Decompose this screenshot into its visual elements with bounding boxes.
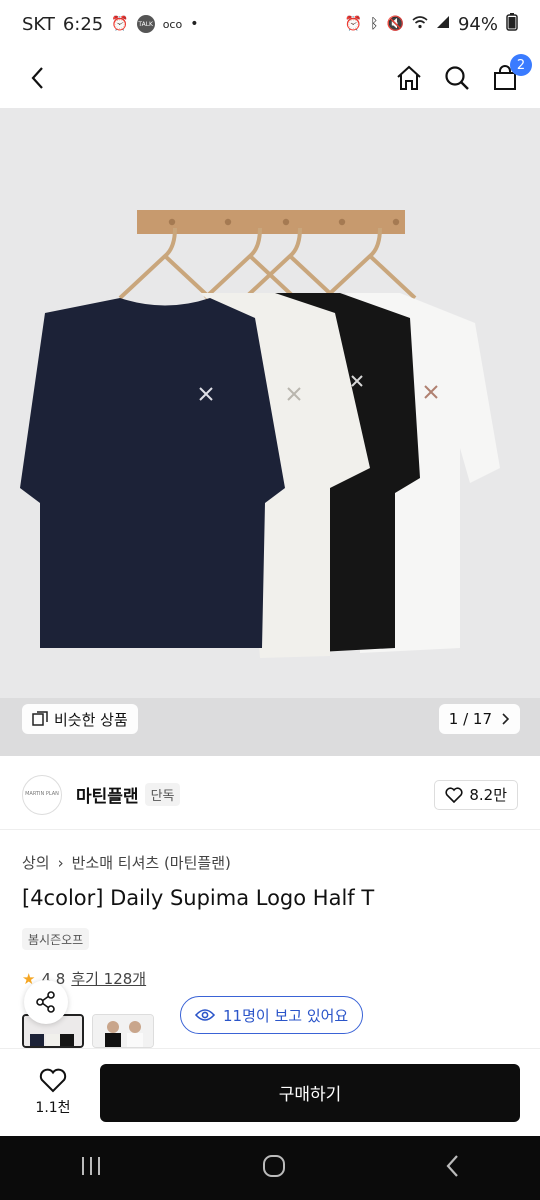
chevron-right-icon: [502, 713, 510, 725]
battery-label: 94%: [457, 13, 498, 35]
battery-icon: [506, 13, 518, 35]
home-system-button[interactable]: [262, 1154, 286, 1182]
store-logo[interactable]: MARTIN PLAN: [22, 774, 62, 815]
system-nav-bar: [0, 1136, 540, 1200]
search-button[interactable]: [440, 61, 474, 95]
wifi-icon: [412, 15, 428, 33]
signal-icon: [436, 15, 450, 33]
season-chip: 봄시즌오프: [22, 928, 90, 950]
viewers-pill: 11명이 보고 있어요: [180, 996, 364, 1034]
kakaotalk-icon: TALK: [136, 15, 155, 33]
product-image-carousel[interactable]: [0, 108, 540, 756]
recent-apps-icon: [82, 1157, 101, 1175]
cart-count-badge: 2: [510, 54, 532, 76]
mute-icon: 🔇: [386, 16, 404, 32]
home-icon: [397, 65, 421, 90]
back-system-button[interactable]: [445, 1154, 461, 1182]
store-row: MARTIN PLAN 마틴플랜 단독 8.2만: [0, 760, 540, 830]
copy-icon: [32, 711, 48, 726]
search-icon: [445, 66, 469, 90]
image-counter-text: 1 / 17: [448, 710, 492, 728]
similar-products-button[interactable]: 비슷한 상품: [22, 704, 138, 734]
similar-products-label: 비슷한 상품: [54, 710, 128, 729]
alarm-icon: ⏰: [111, 16, 129, 32]
product-photo: [0, 108, 540, 756]
thumbnail-image: [93, 1015, 153, 1047]
breadcrumb-item-subcategory[interactable]: 반소매 티셔츠 (마틴플랜): [72, 852, 231, 873]
cart-button[interactable]: 2: [488, 54, 532, 95]
store-logo-text: MARTIN PLAN: [25, 790, 59, 797]
store-name[interactable]: 마틴플랜: [76, 782, 139, 807]
dot-icon: •: [190, 16, 199, 32]
bluetooth-icon: ᛒ: [370, 16, 379, 32]
viewers-text: 11명이 보고 있어요: [223, 1006, 349, 1025]
status-bar: SKT 6:25 ⏰ TALK oco • ⏰ ᛒ 🔇 94%: [0, 0, 540, 48]
review-count-link[interactable]: 후기 128개: [71, 968, 146, 989]
store-like-button[interactable]: 8.2만: [434, 779, 518, 810]
home-button[interactable]: [392, 61, 426, 95]
recent-apps-button[interactable]: [79, 1155, 103, 1181]
product-title: [4color] Daily Supima Logo Half T: [22, 886, 375, 910]
bottom-action-bar: 1.1천 구매하기: [0, 1048, 540, 1136]
carrier-label: SKT: [22, 13, 55, 35]
exclusive-tag: 단독: [144, 783, 181, 806]
store-like-count: 8.2만: [469, 786, 507, 804]
heart-icon: [39, 1068, 67, 1093]
eye-icon: [195, 1009, 215, 1021]
buy-button[interactable]: 구매하기: [100, 1063, 520, 1122]
wishlist-button[interactable]: 1.1천: [20, 1068, 86, 1117]
image-counter[interactable]: 1 / 17: [438, 704, 520, 734]
breadcrumb-item-category[interactable]: 상의: [22, 852, 50, 873]
home-circle-icon: [262, 1155, 285, 1177]
back-button[interactable]: [18, 58, 58, 98]
app-header: 2: [0, 48, 540, 108]
thumbnail-item[interactable]: [92, 1014, 154, 1048]
share-icon: [36, 991, 55, 1013]
time-label: 6:25: [62, 13, 104, 35]
chevron-right-icon: ›: [57, 853, 64, 872]
chevron-left-icon: [31, 67, 43, 89]
alarm-icon: ⏰: [344, 16, 363, 32]
breadcrumb: 상의 › 반소매 티셔츠 (마틴플랜): [22, 852, 231, 873]
back-chevron-icon: [446, 1155, 458, 1177]
heart-icon: [445, 786, 463, 803]
oco-icon: oco: [162, 17, 183, 31]
wishlist-count: 1.1천: [35, 1100, 71, 1116]
share-button[interactable]: [24, 980, 68, 1024]
